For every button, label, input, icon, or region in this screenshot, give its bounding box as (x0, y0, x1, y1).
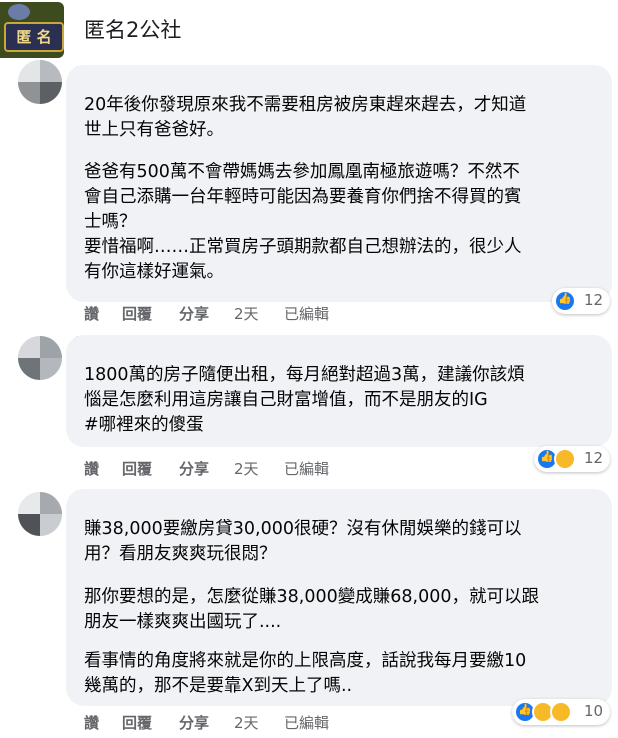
reply-button[interactable]: 回覆 (122, 303, 152, 324)
logo-text: 匿 名 (4, 22, 64, 52)
edited-label[interactable]: 已編輯 (284, 458, 329, 479)
page-logo[interactable]: 匿 名 (0, 2, 64, 58)
reaction-count: 12 (584, 291, 604, 309)
edited-label[interactable]: 已編輯 (284, 303, 329, 324)
comment-text: 1800萬的房子隨便出租，每月絕對超過3萬，建議你該煩 惱是怎麼利用這房讓自己財… (84, 365, 525, 435)
reaction-summary[interactable]: 12 (534, 446, 610, 472)
share-button[interactable]: 分享 (179, 712, 209, 733)
like-button[interactable]: 讚 (84, 712, 99, 733)
avatar[interactable] (18, 492, 62, 536)
comment-text: 看事情的角度將來就是你的上限高度，話說我每月要繳10 幾萬的，那不是要靠X到天上… (84, 651, 527, 696)
comment-text: 爸爸有500萬不會帶媽媽去參加鳳凰南極旅遊嗎？不然不 會自己添購一台年輕時可能因… (84, 162, 522, 282)
comment-time[interactable]: 2天 (234, 712, 259, 733)
avatar[interactable] (18, 336, 62, 380)
edited-label[interactable]: 已編輯 (284, 712, 329, 733)
comment-text: 20年後你發現原來我不需要租房被房東趕來趕去，才知道 世上只有爸爸好。 (84, 95, 527, 140)
comment-time[interactable]: 2天 (234, 303, 259, 324)
reaction-count: 12 (584, 449, 604, 467)
like-button[interactable]: 讚 (84, 458, 99, 479)
comment: 20年後你發現原來我不需要租房被房東趕來趕去，才知道 世上只有爸爸好。 爸爸有5… (0, 60, 618, 330)
comment: 1800萬的房子隨便出租，每月絕對超過3萬，建議你該煩 惱是怎麼利用這房讓自己財… (0, 330, 618, 480)
reaction-count: 10 (584, 702, 604, 720)
reaction-summary[interactable]: 12 (552, 288, 610, 314)
logo-figure (8, 4, 30, 20)
reaction-summary[interactable]: 10 (512, 699, 610, 725)
page-title[interactable]: 匿名2公社 (84, 14, 181, 44)
comment: 賺38,000要繳房貸30,000很硬？沒有休閒娛樂的錢可以 用？看朋友爽爽玩很… (0, 484, 618, 738)
comment-bubble: 20年後你發現原來我不需要租房被房東趕來趕去，才知道 世上只有爸爸好。 爸爸有5… (66, 65, 612, 302)
comment-bubble: 賺38,000要繳房貸30,000很硬？沒有休閒娛樂的錢可以 用？看朋友爽爽玩很… (66, 489, 612, 706)
haha-icon (554, 448, 576, 470)
like-button[interactable]: 讚 (84, 303, 99, 324)
wow-icon (550, 701, 572, 723)
reply-button[interactable]: 回覆 (122, 712, 152, 733)
reply-button[interactable]: 回覆 (122, 458, 152, 479)
avatar[interactable] (18, 60, 62, 104)
like-icon (554, 290, 576, 312)
comment-text: 賺38,000要繳房貸30,000很硬？沒有休閒娛樂的錢可以 用？看朋友爽爽玩很… (84, 519, 522, 564)
share-button[interactable]: 分享 (179, 458, 209, 479)
comment-time[interactable]: 2天 (234, 458, 259, 479)
comment-bubble: 1800萬的房子隨便出租，每月絕對超過3萬，建議你該煩 惱是怎麼利用這房讓自己財… (66, 335, 612, 447)
page-header: 匿 名 匿名2公社 (0, 0, 618, 60)
comment-text: 那你要想的是，怎麼從賺38,000變成賺68,000，就可以跟 朋友一樣爽爽出國… (84, 587, 539, 632)
share-button[interactable]: 分享 (179, 303, 209, 324)
